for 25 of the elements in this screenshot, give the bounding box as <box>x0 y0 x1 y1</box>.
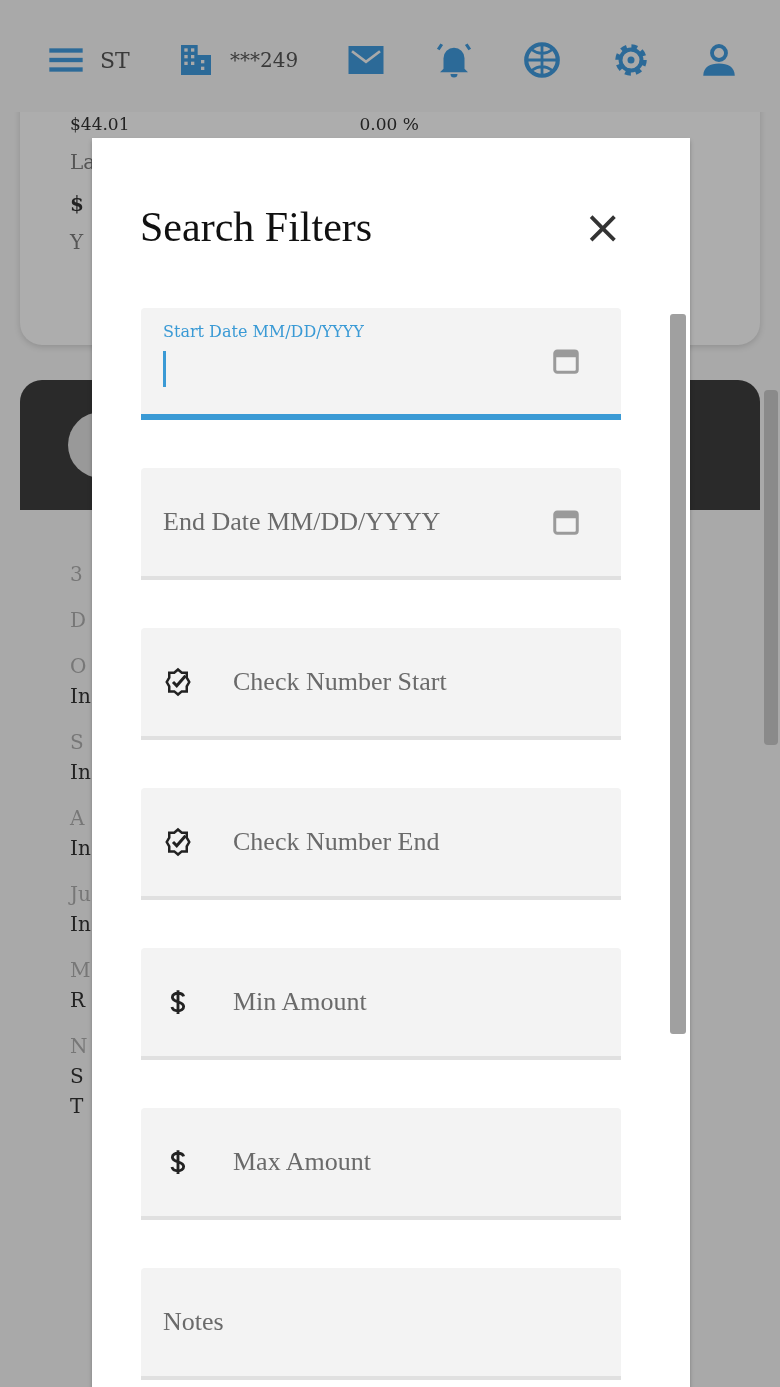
summary-text: Y <box>70 230 84 254</box>
detail-value: R <box>70 988 86 1012</box>
amount-text: 0.00 % <box>359 114 419 134</box>
input-field[interactable]: Check Number End <box>233 827 581 857</box>
input-field[interactable]: End Date MM/DD/YYYY <box>163 507 551 537</box>
badge-check-icon <box>163 827 193 857</box>
detail-value: In <box>70 836 91 860</box>
detail-value: T <box>70 1094 84 1118</box>
close-button[interactable]: × <box>579 204 626 250</box>
text-cursor <box>163 350 166 387</box>
input-field[interactable]: Notes <box>163 1307 581 1337</box>
input-field[interactable]: Check Number Start <box>233 667 581 697</box>
input-field[interactable]: Max Amount <box>233 1147 581 1177</box>
dialog-title: Search Filters <box>140 203 373 251</box>
account-number[interactable]: ***249 <box>230 48 299 72</box>
amount-text: $44.01 <box>70 114 130 134</box>
detail-value: In <box>70 912 91 936</box>
detail-value: In <box>70 760 91 784</box>
user-initials[interactable]: ST <box>100 47 130 73</box>
summary-text: $ <box>70 194 84 214</box>
floating-label: Start Date MM/DD/YYYY <box>163 321 364 341</box>
detail-value: S <box>70 1064 84 1088</box>
badge-check-icon <box>163 667 193 697</box>
input-field[interactable]: Min Amount <box>233 987 581 1017</box>
detail-value: In <box>70 684 91 708</box>
